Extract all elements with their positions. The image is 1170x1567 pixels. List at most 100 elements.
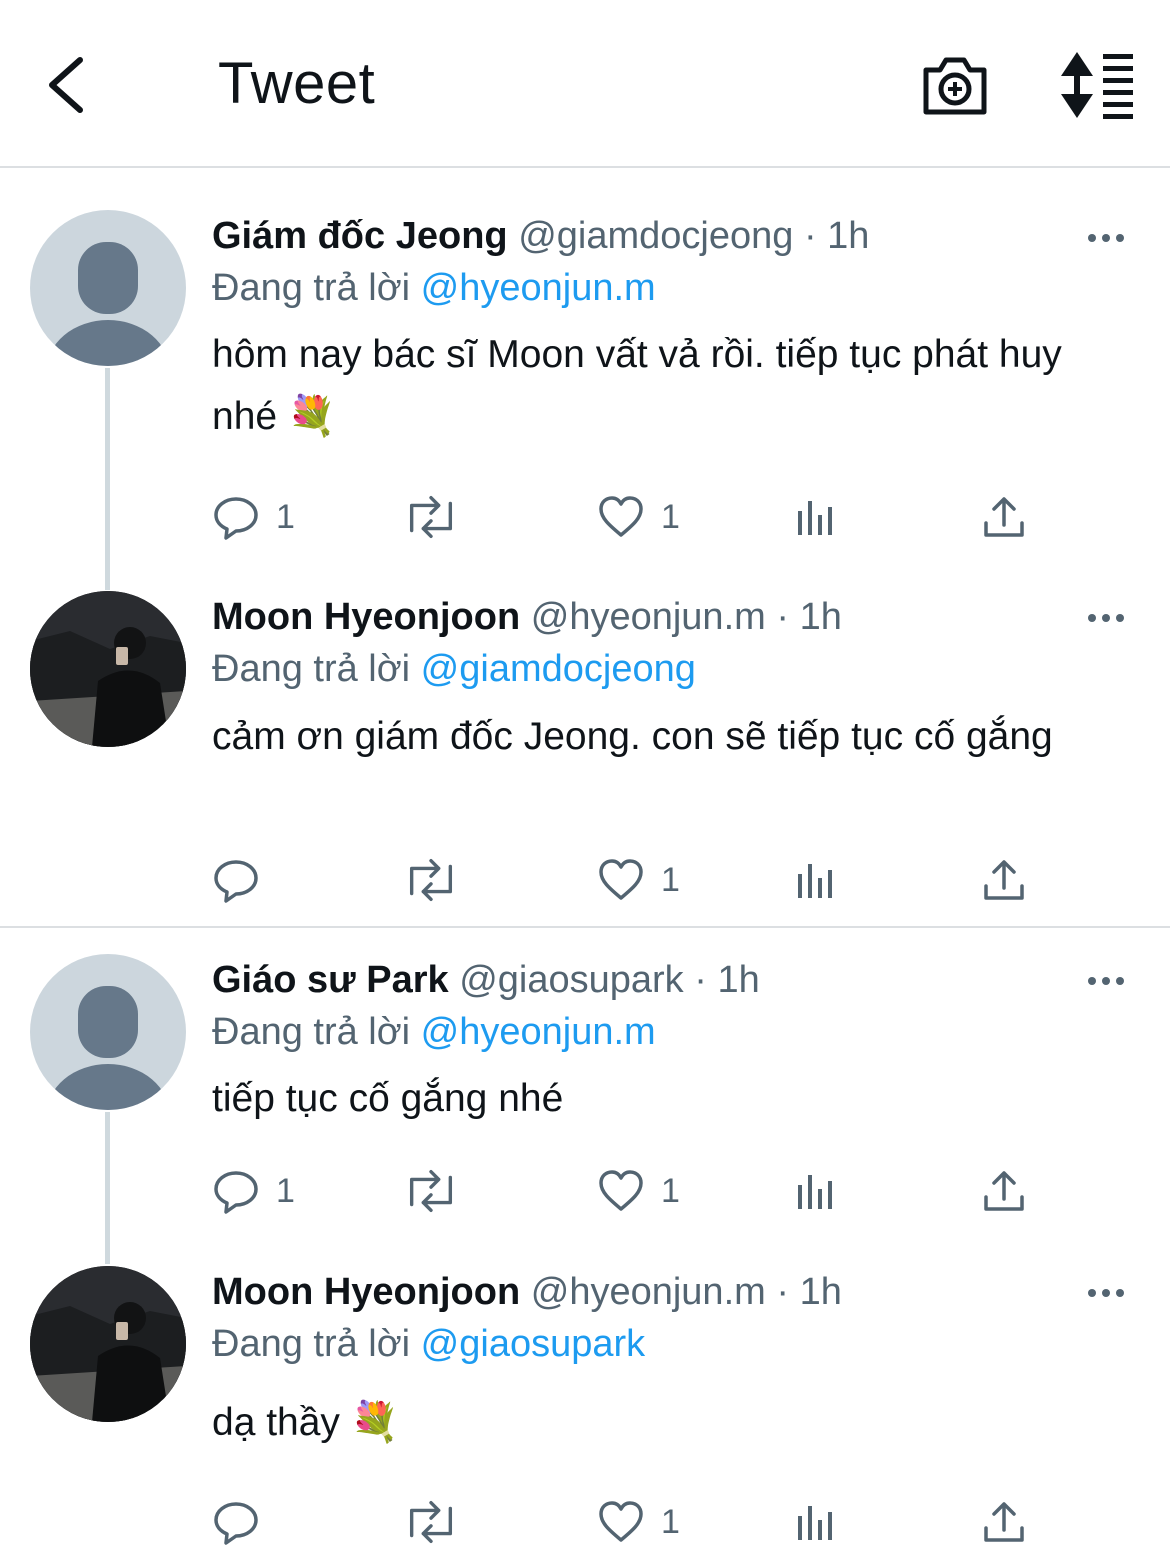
tweet-header: Moon Hyeonjoon @hyeonjun.m · 1h xyxy=(212,591,1130,643)
like-count: 1 xyxy=(661,860,680,899)
thread-connector xyxy=(105,1112,110,1264)
replying-label: Đang trả lời xyxy=(212,1323,411,1365)
sort-button[interactable] xyxy=(1055,48,1141,122)
like-button[interactable]: 1 xyxy=(597,492,680,542)
author-name[interactable]: Moon Hyeonjoon xyxy=(212,596,520,638)
author-name[interactable]: Moon Hyeonjoon xyxy=(212,1271,520,1313)
analytics-button[interactable] xyxy=(792,855,840,905)
replying-to: Đang trả lời @giaosupark xyxy=(212,1318,1130,1370)
thread-divider xyxy=(0,926,1170,928)
tweet-actions: 1 1 xyxy=(212,492,1052,542)
retweet-button[interactable] xyxy=(402,1166,460,1216)
top-bar: Tweet xyxy=(0,0,1170,168)
author-name[interactable]: Giám đốc Jeong xyxy=(212,215,508,257)
back-button[interactable] xyxy=(40,50,100,120)
default-avatar-icon xyxy=(46,242,170,366)
retweet-icon xyxy=(409,495,453,539)
heart-icon xyxy=(599,859,643,900)
comment-icon xyxy=(214,1502,258,1545)
avatar[interactable] xyxy=(30,1266,186,1422)
analytics-icon xyxy=(798,864,832,898)
like-count: 1 xyxy=(661,1502,680,1541)
analytics-button[interactable] xyxy=(792,492,840,542)
retweet-button[interactable] xyxy=(402,855,460,905)
retweet-button[interactable] xyxy=(402,1497,460,1547)
tweet-actions: 1 xyxy=(212,855,1052,905)
reply-button[interactable] xyxy=(212,855,276,905)
share-button[interactable] xyxy=(980,855,1028,905)
analytics-button[interactable] xyxy=(792,1497,840,1547)
heart-icon xyxy=(599,1501,643,1542)
share-button[interactable] xyxy=(980,1497,1028,1547)
retweet-icon xyxy=(409,1169,453,1213)
comment-icon xyxy=(214,1171,258,1214)
tweet-text: cảm ơn giám đốc Jeong. con sẽ tiếp tục c… xyxy=(212,715,1053,758)
more-options-icon[interactable] xyxy=(1086,1283,1126,1303)
tweet-text: hôm nay bác sĩ Moon vất vả rồi. tiếp tục… xyxy=(212,333,1062,438)
retweet-icon xyxy=(409,1500,453,1544)
mention-link[interactable]: @giamdocjeong xyxy=(421,648,696,690)
tweet-time: · 1h xyxy=(694,959,760,1001)
share-icon xyxy=(984,1171,1024,1211)
tweet-text: tiếp tục cố gắng nhé xyxy=(212,1077,564,1120)
mention-link[interactable]: @giaosupark xyxy=(421,1323,645,1365)
author-handle[interactable]: @hyeonjun.m xyxy=(531,596,766,638)
analytics-icon xyxy=(798,1506,832,1540)
reply-button[interactable]: 1 xyxy=(212,1166,295,1216)
tweet-header: Giáo sư Park @giaosupark · 1h xyxy=(212,954,1130,1006)
replying-to: Đang trả lời @giamdocjeong xyxy=(212,643,1130,695)
profile-photo xyxy=(30,591,186,747)
like-button[interactable]: 1 xyxy=(597,1166,680,1216)
default-avatar-icon xyxy=(46,986,170,1110)
author-handle[interactable]: @giamdocjeong xyxy=(518,215,793,257)
reply-button[interactable] xyxy=(212,1497,276,1547)
chevron-left-icon xyxy=(49,57,83,113)
author-handle[interactable]: @giaosupark xyxy=(459,959,683,1001)
replying-to: Đang trả lời @hyeonjun.m xyxy=(212,1006,1130,1058)
page-title: Tweet xyxy=(218,51,376,116)
reply-count: 1 xyxy=(276,497,295,536)
share-icon xyxy=(984,1502,1024,1542)
mention-link[interactable]: @hyeonjun.m xyxy=(421,267,656,309)
profile-photo xyxy=(30,1266,186,1422)
reply-button[interactable]: 1 xyxy=(212,492,295,542)
retweet-icon xyxy=(409,858,453,902)
replying-label: Đang trả lời xyxy=(212,267,411,309)
more-options-icon[interactable] xyxy=(1086,608,1126,628)
avatar[interactable] xyxy=(30,210,186,366)
replying-to: Đang trả lời @hyeonjun.m xyxy=(212,262,1130,314)
replying-label: Đang trả lời xyxy=(212,648,411,690)
retweet-button[interactable] xyxy=(402,492,460,542)
avatar[interactable] xyxy=(30,591,186,747)
share-button[interactable] xyxy=(980,1166,1028,1216)
more-options-icon[interactable] xyxy=(1086,228,1126,248)
author-name[interactable]: Giáo sư Park xyxy=(212,959,449,1001)
tweet-actions: 1 xyxy=(212,1497,1052,1547)
tweet-time: · 1h xyxy=(776,596,842,638)
tweet-time: · 1h xyxy=(776,1271,842,1313)
reply-count: 1 xyxy=(276,1171,295,1210)
share-button[interactable] xyxy=(980,492,1028,542)
more-options-icon[interactable] xyxy=(1086,971,1126,991)
analytics-icon xyxy=(798,501,832,535)
sort-list-icon xyxy=(1061,52,1133,119)
comment-icon xyxy=(214,860,258,903)
tweet-actions: 1 1 xyxy=(212,1166,1052,1216)
mention-link[interactable]: @hyeonjun.m xyxy=(421,1011,656,1053)
comment-icon xyxy=(214,497,258,540)
share-icon xyxy=(984,860,1024,900)
tweet-header: Moon Hyeonjoon @hyeonjun.m · 1h xyxy=(212,1266,1130,1318)
like-button[interactable]: 1 xyxy=(597,855,680,905)
analytics-icon xyxy=(798,1175,832,1209)
camera-add-icon xyxy=(923,57,987,115)
avatar[interactable] xyxy=(30,954,186,1110)
thread-connector xyxy=(105,368,110,590)
heart-icon xyxy=(599,1170,643,1211)
like-button[interactable]: 1 xyxy=(597,1497,680,1547)
analytics-button[interactable] xyxy=(792,1166,840,1216)
replying-label: Đang trả lời xyxy=(212,1011,411,1053)
share-icon xyxy=(984,497,1024,537)
camera-button[interactable] xyxy=(918,48,992,122)
like-count: 1 xyxy=(661,1171,680,1210)
author-handle[interactable]: @hyeonjun.m xyxy=(531,1271,766,1313)
